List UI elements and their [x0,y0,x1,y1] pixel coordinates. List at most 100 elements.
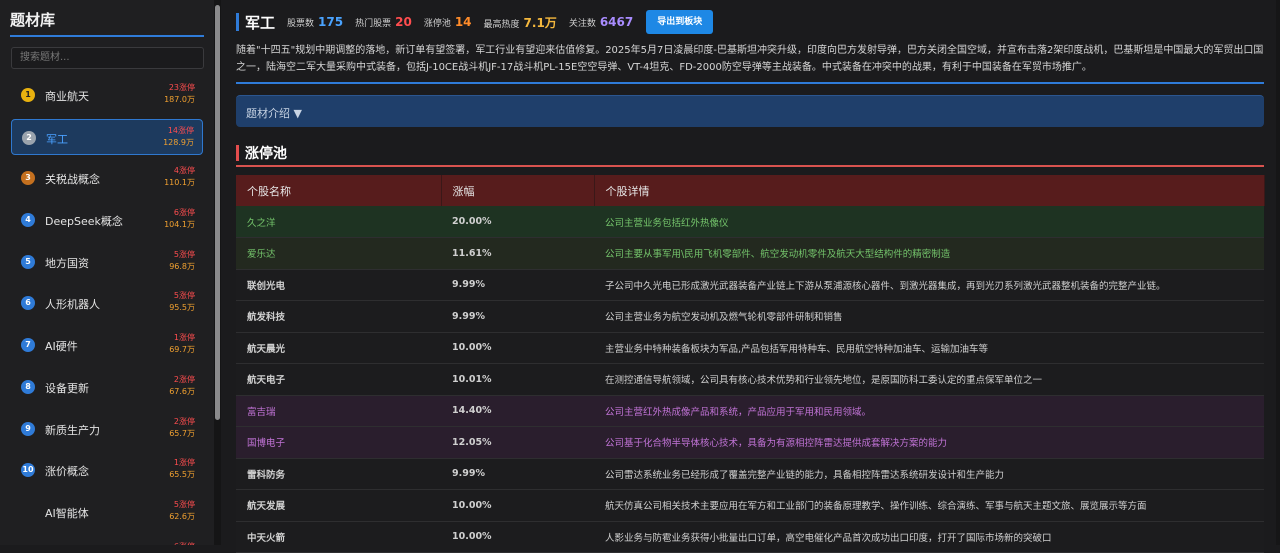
sidebar-item-label: 地方国资 [45,256,89,270]
metric-label: 热门股票 [355,19,392,29]
export-to-board-button[interactable]: 导出到板块 [646,10,714,34]
limit-up-count: 2涨停 [173,374,195,384]
table-row[interactable]: 航天晨光 10.00% 主营业务中特种装备板块为军品,产品包括军用特种车、民用航空特… [236,332,1264,364]
heat-value: 128.9万 [163,137,194,147]
sidebar-item[interactable]: 低空经济6涨停 [11,536,203,545]
stock-change: 9.99% [441,458,594,490]
rank-badge: 2 [22,130,36,145]
sidebar-scrollbar-thumb[interactable] [215,5,220,420]
limit-up-count: 14涨停 [167,125,194,135]
stock-name[interactable]: 爱乐达 [236,237,441,270]
topic-intro-toggle[interactable]: 题材介绍 ▼ [236,95,1264,127]
sidebar-item[interactable]: 9 新质生产力 2涨停 65.7万 [11,411,203,447]
sector-metrics: 股票数 175 热门股票 20 涨停池 14 最高热度 7.1万 关注数 6467 [287,14,645,31]
column-header-detail[interactable]: 个股详情 [594,175,1265,206]
sidebar-scrollbar[interactable] [214,0,221,545]
stock-name[interactable]: 雷科防务 [236,458,441,490]
stock-name[interactable]: 航天晨光 [236,332,441,364]
header-accent-bar [236,13,239,31]
sidebar-item-stats: 1涨停 69.7万 [169,332,195,356]
stock-change: 11.61% [441,237,594,270]
sidebar-item[interactable]: 5 地方国资 5涨停 96.8万 [11,244,203,280]
sidebar-item-stats: 2涨停 65.7万 [169,416,195,440]
limit-pool-accent-bar [236,145,239,161]
metric: 最高热度 7.1万 [484,14,557,31]
stock-detail: 公司基于化合物半导体核心技术，具备为有源相控阵雷达提供成套解决方案的能力 [594,426,1264,459]
sidebar-item-stats: 4涨停 110.1万 [164,165,195,189]
table-row[interactable]: 爱乐达 11.61% 公司主要从事军用\民用飞机零部件、航空发动机零件及航天大型结构… [236,237,1264,270]
limit-pool-header: 涨停池 [236,143,287,163]
heat-value: 110.1万 [164,178,195,188]
table-row[interactable]: 航发科技 9.99% 公司主营业务为航空发动机及燃气轮机零部件研制和销售 [236,300,1264,333]
main-scrollbar[interactable] [1276,0,1280,545]
limit-up-count: 6涨停 [174,541,195,545]
table-row[interactable]: 久之洋 20.00% 公司主营业务包括红外热像仪 [236,206,1264,238]
stock-name[interactable]: 久之洋 [236,206,441,238]
stock-change: 10.00% [441,332,594,364]
sidebar-item[interactable]: 3 关税战概念 4涨停 110.1万 [11,160,203,196]
stock-detail: 航天仿真公司相关技术主要应用在军方和工业部门的装备原理教学、操作训练、综合演练、… [594,489,1264,522]
stock-detail: 人影业务与防雹业务获得小批量出口订单，高空电催化产品首次成功出口印度，打开了国际… [594,521,1264,553]
sidebar-item[interactable]: 10 涨价概念 1涨停 65.5万 [11,452,203,488]
table-row[interactable]: 航天电子 10.01% 在测控通信导航领域，公司具有核心技术优势和行业领先地位，是原… [236,363,1264,396]
limit-up-count: 5涨停 [173,499,195,509]
sector-header: 军工 股票数 175 热门股票 20 涨停池 14 最高热度 7.1万 关注数 6467 导出到板… [236,10,714,34]
limit-pool-table: 个股名称 涨幅 个股详情 久之洋 20.00% 公司主营业务包括红外热像仪 爱乐达 11… [236,175,1265,553]
stock-name[interactable]: 航发科技 [236,300,441,333]
main-content: 军工 股票数 175 热门股票 20 涨停池 14 最高热度 7.1万 关注数 6467 导出到板… [236,0,1266,553]
metric-value: 175 [318,15,344,29]
stock-change: 10.01% [441,363,594,396]
stock-change: 12.05% [441,426,594,459]
metric-label: 关注数 [568,19,596,29]
heat-value: 65.5万 [169,470,195,480]
table-row[interactable]: 中天火箭 10.00% 人影业务与防雹业务获得小批量出口订单，高空电催化产品首次成功… [236,521,1264,553]
heat-value: 95.5万 [169,303,195,313]
limit-up-count: 1涨停 [173,458,195,468]
heat-value: 67.6万 [169,386,195,396]
stock-change: 10.00% [441,521,594,553]
stock-detail: 主营业务中特种装备板块为军品,产品包括军用特种车、民用航空特种加油车、运输加油车… [594,332,1264,364]
limit-up-count: 23涨停 [168,83,195,92]
stock-change: 9.99% [441,269,594,301]
sidebar-item-label: 人形机器人 [45,298,100,312]
table-header-row: 个股名称 涨幅 个股详情 [236,175,1265,206]
sidebar-item-label: AI硬件 [45,340,78,354]
rank-badge: 10 [21,463,35,478]
stock-name[interactable]: 富吉瑞 [236,395,441,427]
topic-intro-label: 题材介绍 ▼ [246,107,302,120]
sidebar-item[interactable]: 1 商业航天 23涨停 187.0万 [11,77,203,113]
sidebar-item-stats: 1涨停 65.5万 [169,457,195,481]
table-row[interactable]: 航天发展 10.00% 航天仿真公司相关技术主要应用在军方和工业部门的装备原理教学、… [236,489,1264,522]
rank-badge: 5 [21,254,35,269]
sidebar-item[interactable]: 7 AI硬件 1涨停 69.7万 [11,327,203,363]
stock-name[interactable]: 航天电子 [236,363,441,396]
sidebar-item[interactable]: AI智能体 5涨停 62.6万 [11,494,203,530]
sidebar-item-label: 商业航天 [45,90,89,103]
sidebar-item[interactable]: 8 设备更新 2涨停 67.6万 [11,369,203,405]
table-row[interactable]: 国博电子 12.05% 公司基于化合物半导体核心技术，具备为有源相控阵雷达提供成套解… [236,426,1264,459]
column-header-name[interactable]: 个股名称 [236,175,442,206]
sidebar: 题材库 搜索题材... 1 商业航天 23涨停 187.0万 2 军工 14涨停 128.9万… [0,0,214,545]
topic-search-input[interactable]: 搜索题材... [11,47,204,69]
sector-title: 军工 [245,13,276,32]
column-header-change[interactable]: 涨幅 [441,175,595,206]
stock-detail: 在测控通信导航领域，公司具有核心技术优势和行业领先地位，是原国防科工委认定的重点… [594,363,1264,396]
table-row[interactable]: 富吉瑞 14.40% 公司主营红外热成像产品和系统，产品应用于军用和民用领域。 [236,395,1264,427]
sidebar-item-label: 新质生产力 [45,423,100,437]
metric-label: 涨停池 [423,19,451,29]
sidebar-item-label: 涨价概念 [45,465,89,479]
table-row[interactable]: 联创光电 9.99% 子公司中久光电已形成激光武器装备产业链上下游从泵浦源核心器件、… [236,269,1264,301]
table-row[interactable]: 雷科防务 9.99% 公司雷达系统业务已经形成了覆盖完整产业链的能力，具备相控阵雷达… [236,458,1264,490]
stock-name[interactable]: 中天火箭 [236,521,441,553]
sidebar-item[interactable]: 2 军工 14涨停 128.9万 [11,118,203,155]
stock-name[interactable]: 航天发展 [236,489,441,522]
sidebar-item-stats: 23涨停 187.0万 [164,82,195,106]
stock-name[interactable]: 国博电子 [236,426,441,459]
metric: 热门股票 20 [355,15,412,29]
sidebar-item-label: 设备更新 [45,381,89,395]
sidebar-item[interactable]: 6 人形机器人 5涨停 95.5万 [11,285,203,321]
sidebar-item[interactable]: 4 DeepSeek概念 6涨停 104.1万 [11,202,203,238]
stock-detail: 公司主营业务包括红外热像仪 [594,206,1264,238]
stock-name[interactable]: 联创光电 [236,269,441,301]
stock-detail: 公司主营红外热成像产品和系统，产品应用于军用和民用领域。 [594,395,1264,427]
